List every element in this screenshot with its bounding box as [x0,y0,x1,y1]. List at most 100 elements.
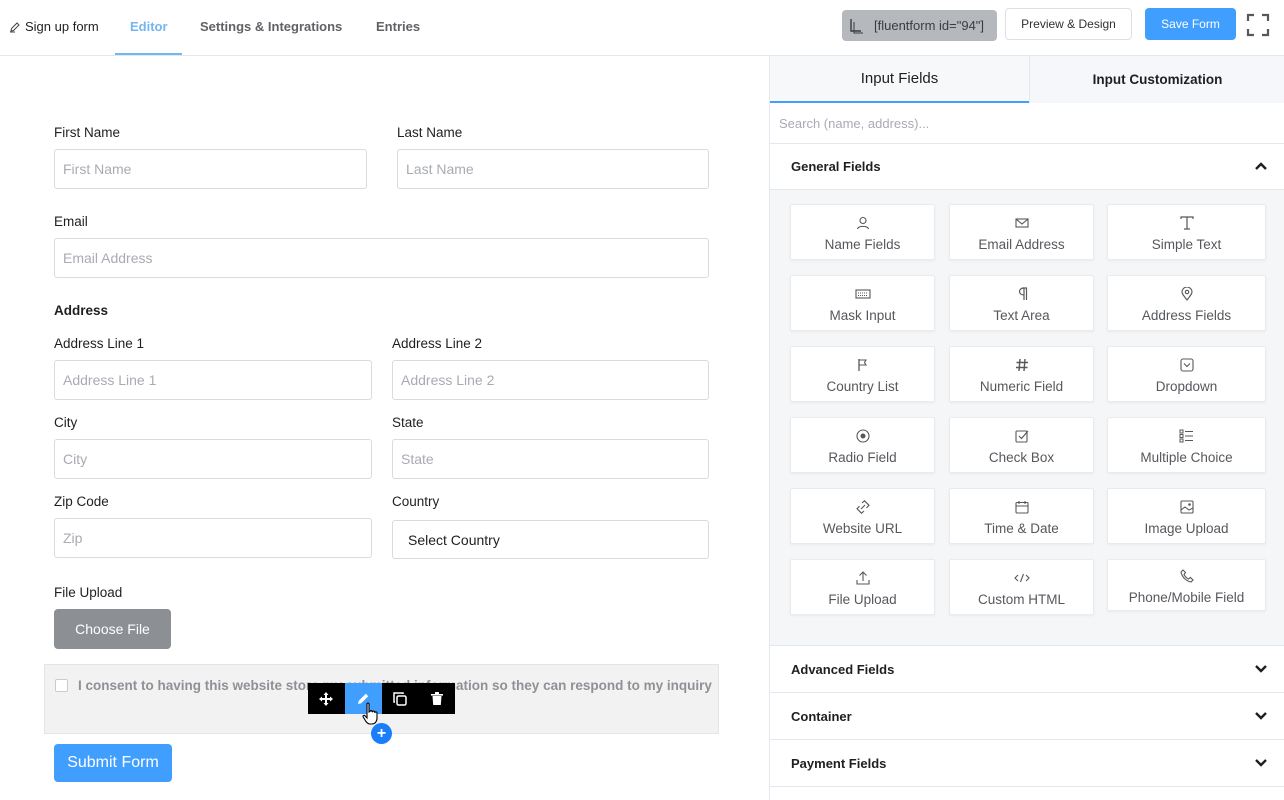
field-label: Country List [826,379,899,394]
trash-icon [430,692,443,705]
group-general-label: General Fields [791,159,881,174]
email-label: Email [54,214,88,229]
field-dropdown[interactable]: Dropdown [1107,346,1266,402]
last-name-input[interactable]: Last Name [397,149,709,189]
group-payment-label: Payment Fields [791,756,887,771]
address-line1-label: Address Line 1 [54,336,145,351]
field-label: Simple Text [1151,237,1222,252]
tab-editor[interactable]: Editor [130,19,168,34]
text-icon [1179,216,1194,230]
field-label: Text Area [993,308,1050,323]
calendar-icon [1014,501,1029,514]
choose-file-button[interactable]: Choose File [54,609,171,649]
chevron-down-icon [1255,712,1267,720]
address-line1-input[interactable]: Address Line 1 [54,360,372,400]
field-multiple-choice[interactable]: Multiple Choice [1107,417,1266,473]
field-label: Name Fields [824,237,901,252]
group-container[interactable]: Container [770,694,1284,740]
tab-input-fields[interactable]: Input Fields [770,56,1029,103]
field-custom-html[interactable]: Custom HTML [949,559,1094,615]
state-input[interactable]: State [392,439,709,479]
preview-design-button[interactable]: Preview & Design [1005,8,1132,40]
shortcode-copy[interactable]: [fluentform id="94"] [842,10,997,41]
move-button[interactable] [308,683,345,714]
field-check-box[interactable]: Check Box [949,417,1094,473]
save-form-button[interactable]: Save Form [1145,8,1236,40]
field-radio-field[interactable]: Radio Field [790,417,935,473]
field-email-address[interactable]: Email Address [949,204,1094,260]
field-mask-input[interactable]: Mask Input [790,275,935,331]
email-input[interactable]: Email Address [54,238,709,278]
shortcode-text: [fluentform id="94"] [874,18,985,33]
submit-form-button[interactable]: Submit Form [54,744,172,782]
country-select[interactable]: Select Country [392,520,709,559]
duplicate-button[interactable] [382,683,419,714]
field-country-list[interactable]: Country List [790,346,935,402]
field-text-area[interactable]: Text Area [949,275,1094,331]
group-general-fields[interactable]: General Fields [770,144,1284,190]
duplicate-icon [393,691,407,706]
first-name-input[interactable]: First Name [54,149,367,189]
pencil-icon [10,21,20,32]
hash-icon [1015,358,1028,372]
paragraph-icon [1018,287,1027,300]
phone-icon [1179,569,1194,583]
checkbox-icon [1014,430,1028,443]
field-phone-mobile[interactable]: Phone/Mobile Field [1107,559,1266,611]
move-icon [319,691,334,706]
field-label: Mask Input [829,308,896,323]
list-icon [1179,429,1193,443]
consent-checkbox[interactable] [55,679,68,692]
zip-label: Zip Code [54,494,109,509]
state-label: State [392,415,424,430]
chevron-up-icon [1255,162,1267,170]
first-name-label: First Name [54,125,121,140]
field-label: Address Fields [1141,308,1232,323]
address-line2-label: Address Line 2 [392,336,483,351]
field-label: File Upload [828,592,897,607]
field-file-upload[interactable]: File Upload [790,559,935,615]
zip-input[interactable]: Zip [54,518,372,558]
city-input[interactable]: City [54,439,372,479]
delete-button[interactable] [418,683,455,714]
field-website-url[interactable]: Website URL [790,488,935,544]
top-bar: Sign up form Editor Settings & Integrati… [0,0,1284,56]
user-icon [856,216,869,230]
file-upload-label: File Upload [54,585,123,600]
country-label: Country [392,494,440,509]
link-icon [855,500,870,514]
code-icon [1013,573,1030,583]
form-name-label: Sign up form [25,19,99,34]
group-advanced-fields[interactable]: Advanced Fields [770,647,1284,693]
city-label: City [54,415,78,430]
address-line2-input[interactable]: Address Line 2 [392,360,709,400]
address-title: Address [54,303,109,318]
field-search-input[interactable]: Search (name, address)... [770,103,1284,144]
group-payment-fields[interactable]: Payment Fields [770,741,1284,787]
field-numeric-field[interactable]: Numeric Field [949,346,1094,402]
upload-icon [855,571,870,585]
tab-input-customization[interactable]: Input Customization [1029,56,1284,103]
copy-icon [850,18,863,33]
field-label: Custom HTML [977,592,1065,607]
field-simple-text[interactable]: Simple Text [1107,204,1266,260]
radio-icon [855,429,870,443]
hand-cursor-icon [362,702,378,725]
field-name-fields[interactable]: Name Fields [790,204,935,260]
tab-entries[interactable]: Entries [376,19,420,34]
field-time-date[interactable]: Time & Date [949,488,1094,544]
keyboard-icon [854,289,871,299]
tab-settings-integrations[interactable]: Settings & Integrations [200,19,342,34]
fullscreen-icon[interactable] [1246,13,1270,37]
field-label: Check Box [988,450,1055,465]
form-name[interactable]: Sign up form [9,19,99,34]
field-address-fields[interactable]: Address Fields [1107,275,1266,331]
field-label: Phone/Mobile Field [1128,590,1245,605]
field-image-upload[interactable]: Image Upload [1107,488,1266,544]
field-label: Numeric Field [979,379,1064,394]
add-field-button[interactable]: + [371,723,392,744]
group-advanced-label: Advanced Fields [791,662,895,677]
chevron-down-icon [1255,759,1267,767]
envelope-icon [1014,218,1029,228]
general-fields-grid: Name Fields Email Address Simple Text Ma… [770,190,1284,646]
